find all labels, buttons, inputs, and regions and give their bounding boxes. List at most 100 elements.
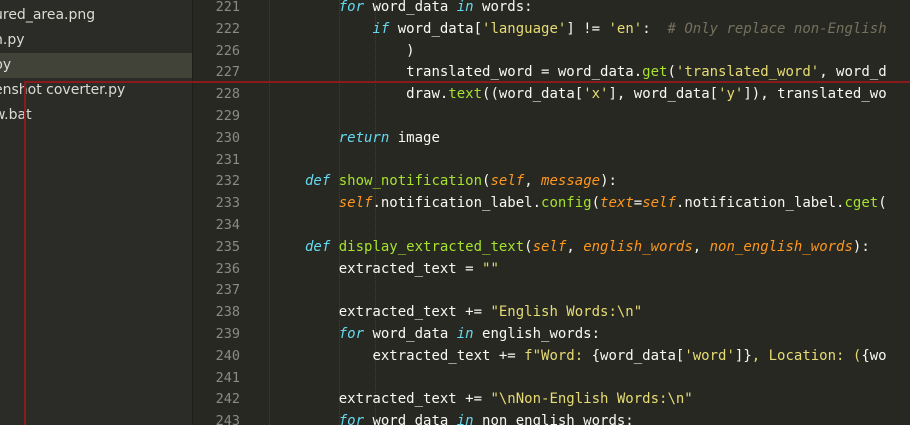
code-token: english_words: xyxy=(473,326,601,342)
code-token: # Only replace non-English xyxy=(667,20,887,37)
code-token: text xyxy=(600,195,634,212)
code-line: 239 for word_data in english_words: xyxy=(193,323,910,345)
code-line: 226) xyxy=(193,40,910,62)
line-number: 222 xyxy=(215,20,240,37)
code-token: for xyxy=(338,0,365,15)
code-text: draw.text((word_data['x'], word_data['y'… xyxy=(406,83,887,105)
code-token: text xyxy=(448,86,483,103)
code-token: ( xyxy=(667,64,676,81)
code-token: ]), translated_wo xyxy=(743,86,887,103)
code-token: f"Word: xyxy=(524,347,592,364)
code-token: 'y' xyxy=(718,86,744,103)
sidebar-file-item[interactable]: ured_area.png xyxy=(0,3,192,28)
line-number: 230 xyxy=(215,129,240,146)
line-number: 239 xyxy=(215,326,240,342)
code-token: non_english_words xyxy=(709,238,853,255)
file-list: ured_area.pngn.pypyenshot coverter.pyw.b… xyxy=(0,3,192,128)
code-text: def show_notification(self, message): xyxy=(305,170,617,192)
code-token: self xyxy=(490,173,525,190)
line-number: 241 xyxy=(215,369,240,386)
code-token: .notification_label. xyxy=(675,195,845,212)
code-token: , xyxy=(524,173,542,190)
code-token: , Location: ( xyxy=(751,347,862,364)
file-sidebar: ured_area.pngn.pypyenshot coverter.pyw.b… xyxy=(0,0,192,425)
code-token: show_notification xyxy=(338,173,483,190)
sidebar-file-item[interactable]: py xyxy=(0,53,192,78)
code-token: words: xyxy=(473,0,533,15)
code-token: word_data[ xyxy=(389,20,483,37)
code-token: def xyxy=(305,238,331,255)
code-token: : xyxy=(642,20,668,37)
code-token: english_words xyxy=(583,238,693,255)
code-token: "English Words:\n" xyxy=(490,304,643,321)
code-token: in xyxy=(456,413,474,425)
code-text: extracted_text += f"Word: {word_data['wo… xyxy=(372,345,886,367)
code-token: word_data xyxy=(364,0,457,15)
code-token: ( xyxy=(524,238,533,255)
code-token: {word_data[ xyxy=(591,347,685,364)
code-token: image xyxy=(389,129,440,146)
code-line: 230 return image xyxy=(193,127,910,149)
code-token: if xyxy=(372,20,390,37)
code-line: 228 draw.text((word_data['x'], word_data[… xyxy=(193,83,910,105)
code-text: extracted_text += "\nNon-English Words:\… xyxy=(339,388,693,410)
code-token: extracted_text += xyxy=(338,304,491,321)
line-number: 233 xyxy=(215,195,240,212)
code-token: ): xyxy=(852,238,870,255)
code-text: for word_data in words: xyxy=(339,0,533,18)
code-token: in xyxy=(456,326,474,342)
code-text: for word_data in non_english_words: xyxy=(339,410,634,425)
code-token: ] != xyxy=(566,20,609,37)
code-token: cget xyxy=(844,195,879,212)
line-number: 228 xyxy=(215,86,240,103)
code-token: self xyxy=(532,238,567,255)
code-line: 236 extracted_text = "" xyxy=(193,258,910,280)
code-token: ( xyxy=(591,195,601,212)
code-token: get xyxy=(642,64,668,81)
code-token: "" xyxy=(482,260,499,277)
code-token: extracted_text += xyxy=(338,391,491,408)
code-text: if word_data['language'] != 'en': # Only… xyxy=(372,18,886,40)
code-token: translated_word = word_data. xyxy=(406,64,643,81)
line-number: 231 xyxy=(215,151,240,168)
code-token: ((word_data[ xyxy=(482,86,584,103)
code-token: def xyxy=(305,173,331,190)
code-token: ): xyxy=(600,173,617,190)
code-token: non_english_words: xyxy=(473,413,634,425)
code-token: self xyxy=(642,195,676,212)
code-text: def display_extracted_text(self, english… xyxy=(305,236,870,258)
line-number: 232 xyxy=(215,173,240,190)
screenshot-selection-left-edge xyxy=(24,81,26,425)
code-line: 241 xyxy=(193,367,910,389)
sidebar-file-item[interactable]: n.py xyxy=(0,28,192,53)
line-number: 226 xyxy=(215,42,240,59)
code-token: return xyxy=(338,129,390,146)
code-text: for word_data in english_words: xyxy=(339,323,600,345)
code-token: extracted_text = xyxy=(338,260,483,277)
code-line: 235 def display_extracted_text(self, engl… xyxy=(193,236,910,258)
code-token: word_data xyxy=(364,413,457,425)
code-token: self xyxy=(338,195,373,212)
code-line: 232 def show_notification(self, message): xyxy=(193,170,910,192)
code-token: config xyxy=(541,195,592,212)
code-line: 221 for word_data in words: xyxy=(193,0,910,18)
code-token: in xyxy=(456,0,474,15)
code-token: 'language' xyxy=(482,20,567,37)
code-line: 229 xyxy=(193,105,910,127)
code-line: 231 xyxy=(193,149,910,171)
code-line: 233 self.notification_label.config(text=s… xyxy=(193,192,910,214)
code-editor[interactable]: 221 for word_data in words: 222 if word_dat… xyxy=(193,0,910,425)
code-token: for xyxy=(338,326,365,342)
code-line: 240 extracted_text += f"Word: {word_data[… xyxy=(193,345,910,367)
code-token: = xyxy=(633,195,643,212)
line-number: 240 xyxy=(215,347,240,364)
code-line: 237 xyxy=(193,279,910,301)
code-token: ) xyxy=(406,42,415,59)
sidebar-file-item[interactable]: w.bat xyxy=(0,103,192,128)
code-token: 'translated_word' xyxy=(675,64,820,81)
code-line: 243 for word_data in non_english_words: xyxy=(193,410,910,425)
screenshot-selection-top-edge xyxy=(24,81,910,83)
code-token: .notification_label. xyxy=(372,195,542,212)
